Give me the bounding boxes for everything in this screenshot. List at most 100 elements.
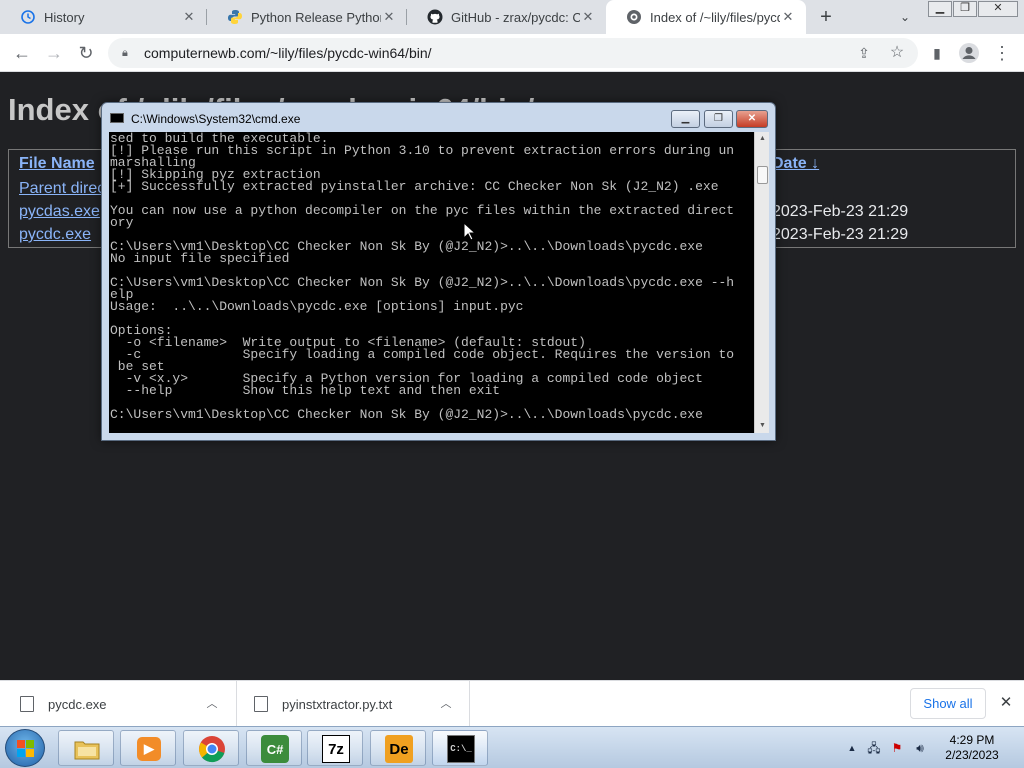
tab-search-button[interactable]: ⌄ <box>896 8 914 26</box>
clock-time: 4:29 PM <box>949 733 995 747</box>
clock-date: 2/23/2023 <box>945 748 999 762</box>
start-button[interactable] <box>5 729 45 767</box>
close-window-button[interactable]: ✕ <box>978 1 1018 17</box>
file-date: 2023-Feb-23 21:29 <box>772 226 909 243</box>
divider <box>236 681 237 727</box>
column-header-date[interactable]: Date ↓ <box>772 155 819 173</box>
tab-python-release[interactable]: Python Release Python 3. ✕ <box>207 0 407 34</box>
show-hidden-icons-icon[interactable]: ▲ <box>844 740 860 756</box>
console-line: -c Specify loading a compiled code objec… <box>110 347 735 362</box>
download-name: pycdc.exe <box>48 696 107 712</box>
divider <box>469 681 470 727</box>
menu-icon[interactable]: ⋮ <box>990 41 1014 65</box>
cmd-maximize-button[interactable]: ❐ <box>704 110 733 128</box>
download-item[interactable]: pyinstxtractor.py.txt ︿ <box>254 681 470 727</box>
7zip-icon: 7z <box>322 735 350 763</box>
console-line: [!] Please run this script in Python 3.1… <box>110 143 735 158</box>
windows-logo-icon <box>17 740 34 757</box>
close-tab-icon[interactable]: ✕ <box>381 9 397 25</box>
taskbar-chrome[interactable] <box>183 730 239 766</box>
csharp-icon: C# <box>261 735 289 763</box>
close-tab-icon[interactable]: ✕ <box>780 9 796 25</box>
console-line: You can now use a python decompiler on t… <box>110 203 735 218</box>
action-center-icon[interactable]: ⚑ <box>889 740 905 756</box>
download-item[interactable]: pycdc.exe ︿ <box>20 681 237 727</box>
show-all-button[interactable]: Show all <box>910 688 986 719</box>
url-text: computernewb.com/~lily/files/pycdc-win64… <box>144 45 432 61</box>
console-line: Usage: ..\..\Downloads\pycdc.exe [option… <box>110 299 524 314</box>
scrollbar-thumb[interactable] <box>757 166 768 184</box>
history-icon <box>20 9 36 25</box>
close-download-bar-icon[interactable]: ✕ <box>998 695 1014 711</box>
cmd-window[interactable]: C:\Windows\System32\cmd.exe ▁ ❐ ✕ sed to… <box>101 102 776 441</box>
mouse-cursor-icon <box>463 222 475 241</box>
tab-index-of-pycdc[interactable]: Index of /~lily/files/pycdc ✕ <box>606 0 806 34</box>
forward-icon[interactable]: → <box>42 41 66 65</box>
tab-title: Python Release Python 3. <box>251 9 381 25</box>
console-line: ory <box>110 215 134 230</box>
address-bar[interactable]: 🔒︎ computernewb.com/~lily/files/pycdc-wi… <box>108 38 918 68</box>
file-link-pycdas[interactable]: pycdas.exe <box>19 203 100 221</box>
tab-strip: History ✕ Python Release Python 3. ✕ Git… <box>0 0 1024 34</box>
cmd-titlebar[interactable]: C:\Windows\System32\cmd.exe ▁ ❐ ✕ <box>102 103 775 131</box>
download-bar: pycdc.exe ︿ pyinstxtractor.py.txt ︿ Show… <box>0 680 1024 727</box>
tab-title: Index of /~lily/files/pycdc <box>650 9 780 25</box>
maximize-button[interactable]: ❐ <box>953 1 977 17</box>
file-link-pycdc[interactable]: pycdc.exe <box>19 226 91 244</box>
taskbar-7zip[interactable]: 7z <box>307 730 363 766</box>
text-file-icon <box>254 696 268 712</box>
taskbar-de4dot[interactable]: De <box>370 730 426 766</box>
page-icon <box>626 9 642 25</box>
reload-icon[interactable]: ↻ <box>74 41 98 65</box>
profile-icon[interactable] <box>957 41 981 65</box>
exe-file-icon <box>20 696 34 712</box>
download-name: pyinstxtractor.py.txt <box>282 696 393 712</box>
console-text: sed to build the executable. [!] Please r… <box>109 132 754 421</box>
back-icon[interactable]: ← <box>10 41 34 65</box>
github-icon <box>427 9 443 25</box>
cmd-minimize-button[interactable]: ▁ <box>671 110 700 128</box>
browser-toolbar: ← → ↻ 🔒︎ computernewb.com/~lily/files/py… <box>0 34 1024 72</box>
new-tab-button[interactable]: + <box>815 6 837 28</box>
de4dot-icon: De <box>385 735 413 763</box>
chrome-icon <box>198 735 226 763</box>
tab-history[interactable]: History ✕ <box>0 0 207 34</box>
chevron-up-icon[interactable]: ︿ <box>438 695 454 711</box>
network-icon[interactable]: 🖧︎ <box>866 740 882 756</box>
folder-icon <box>73 735 101 763</box>
close-tab-icon[interactable]: ✕ <box>181 9 197 25</box>
volume-icon[interactable]: 🔊︎ <box>912 740 928 756</box>
taskbar-csharp[interactable]: C# <box>246 730 302 766</box>
file-date: 2023-Feb-23 21:29 <box>772 203 909 220</box>
taskbar: ▶ C# 7z De C:\_ ▲ 🖧︎ ⚑ 🔊︎ 4:29 PM 2/23/2… <box>0 726 1024 768</box>
cmd-close-button[interactable]: ✕ <box>736 110 768 128</box>
console-scrollbar[interactable]: ▲ ▼ <box>754 132 769 433</box>
python-icon <box>227 9 243 25</box>
bookmark-star-icon[interactable]: ☆ <box>885 41 909 65</box>
column-header-file-name[interactable]: File Name <box>19 155 95 173</box>
chevron-up-icon[interactable]: ︿ <box>204 695 220 711</box>
share-icon[interactable]: ⇪ <box>852 41 876 65</box>
taskbar-explorer[interactable] <box>58 730 114 766</box>
scroll-down-icon[interactable]: ▼ <box>755 419 770 433</box>
lock-icon[interactable]: 🔒︎ <box>122 47 136 60</box>
clock[interactable]: 4:29 PM 2/23/2023 <box>931 733 1013 763</box>
taskbar-cmd[interactable]: C:\_ <box>432 730 488 766</box>
close-tab-icon[interactable]: ✕ <box>580 9 596 25</box>
side-panel-icon[interactable]: ▮ <box>925 41 949 65</box>
console-line: --help Show this help text and then exit <box>110 383 501 398</box>
console-output[interactable]: sed to build the executable. [!] Please r… <box>109 132 754 433</box>
media-player-icon: ▶ <box>137 737 161 761</box>
scroll-up-icon[interactable]: ▲ <box>755 132 770 146</box>
console-line: C:\Users\vm1\Desktop\CC Checker Non Sk B… <box>110 275 735 290</box>
console-line: [+] Successfully extracted pyinstaller a… <box>110 179 719 194</box>
tab-title: History <box>44 9 85 25</box>
taskbar-media-player[interactable]: ▶ <box>120 730 176 766</box>
console-line: C:\Users\vm1\Desktop\CC Checker Non Sk B… <box>110 407 703 422</box>
cmd-title: C:\Windows\System32\cmd.exe <box>131 112 301 126</box>
tab-title: GitHub - zrax/pycdc: C++ <box>451 9 580 25</box>
minimize-button[interactable]: ▁ <box>928 1 952 17</box>
tab-github-pycdc[interactable]: GitHub - zrax/pycdc: C++ ✕ <box>407 0 606 34</box>
cmd-icon: C:\_ <box>447 735 475 763</box>
